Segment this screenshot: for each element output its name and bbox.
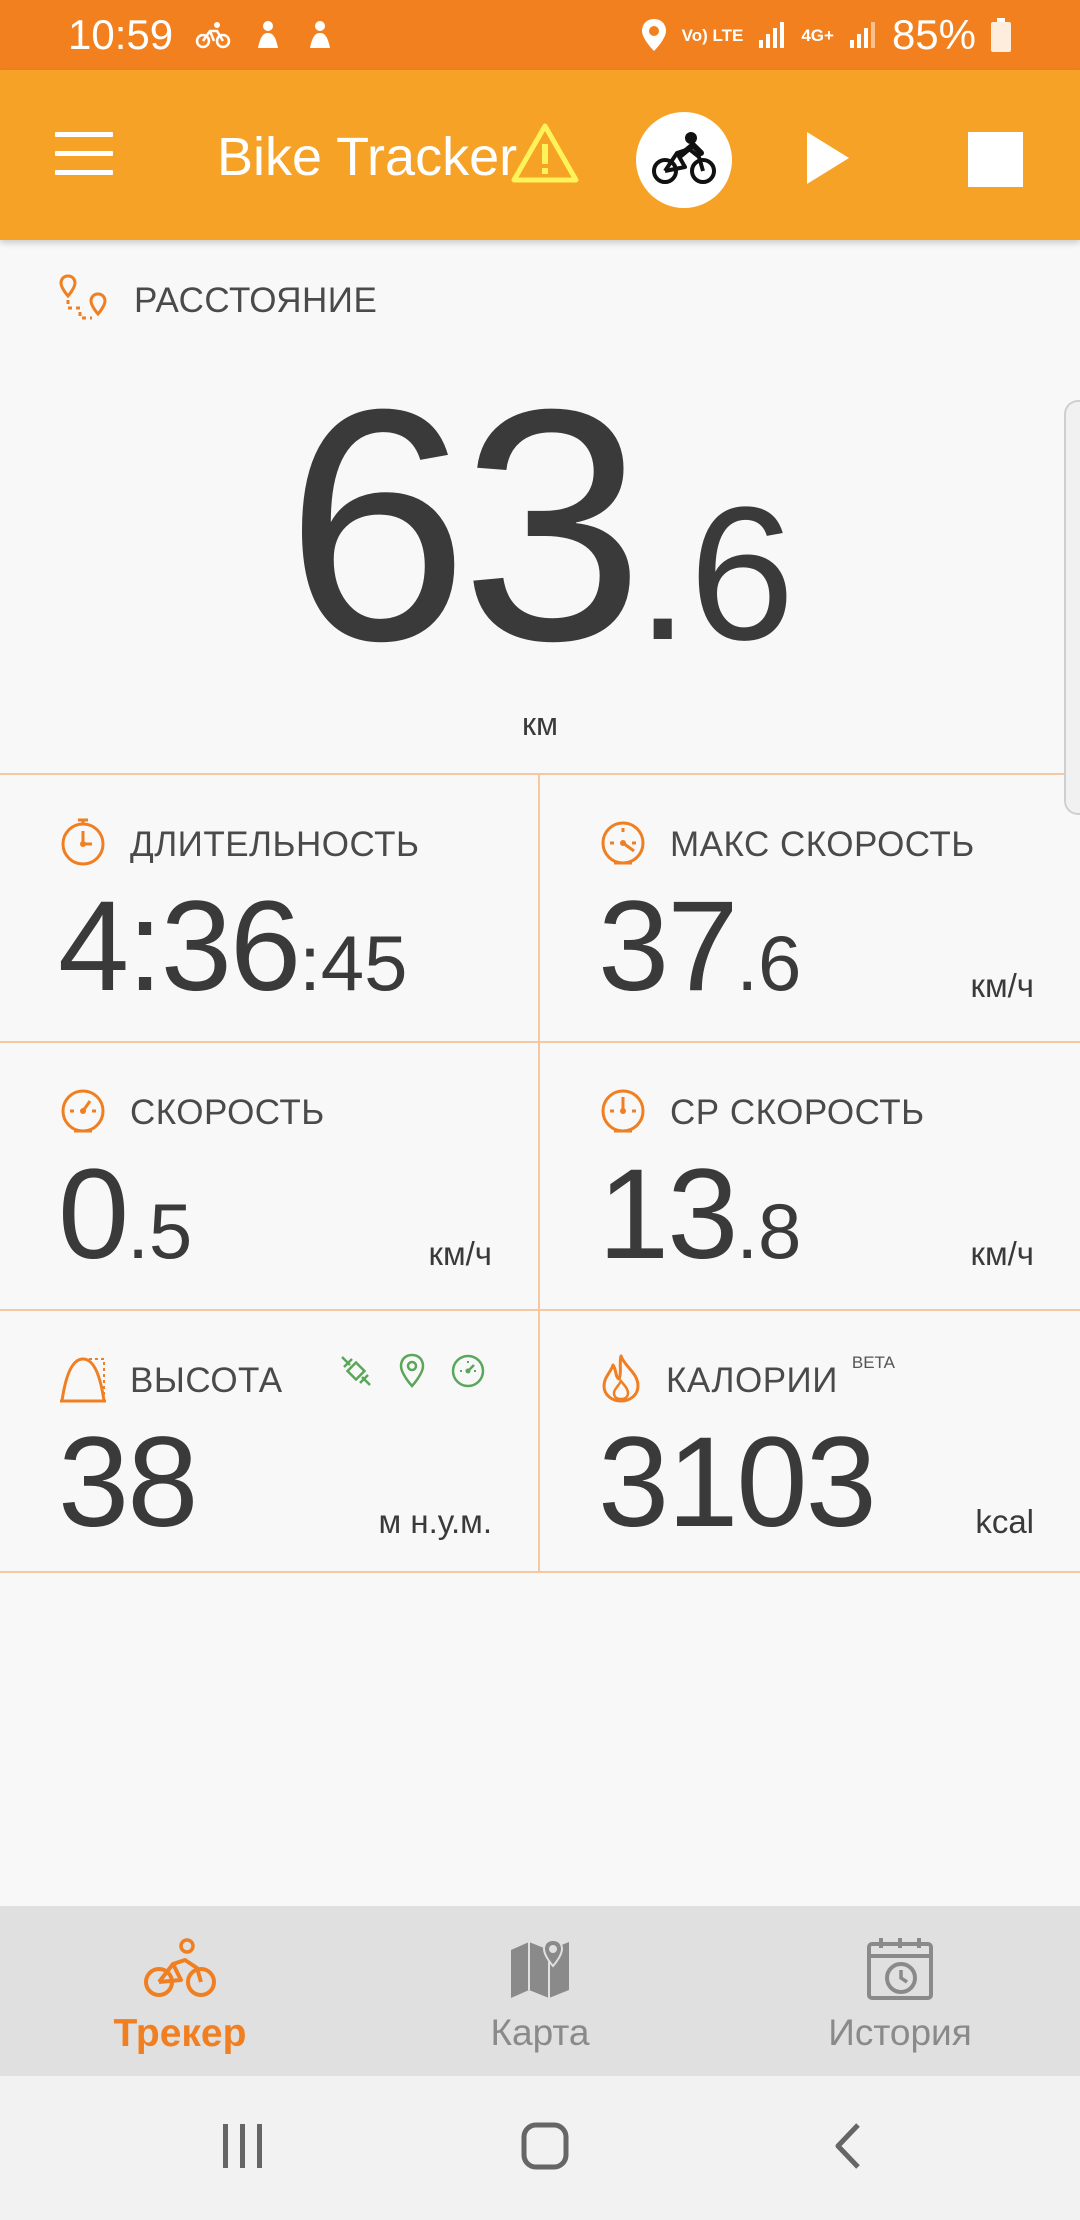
speed-cell: СКОРОСТЬ 0.5 км/ч (0, 1043, 540, 1311)
distance-value-int: 63 (285, 340, 644, 709)
edge-panel-handle[interactable] (1064, 400, 1080, 815)
back-button[interactable] (832, 2121, 864, 2176)
stopwatch-icon (58, 817, 108, 872)
max-speed-value: 37.6 (598, 883, 801, 1011)
altitude-source-icons (338, 1353, 486, 1394)
distance-panel: РАССТОЯНИЕ 63.6 км (0, 240, 1080, 775)
duration-cell: ДЛИТЕЛЬНОСТЬ 4:36:45 (0, 775, 540, 1043)
max-speed-cell: МАКС СКОРОСТЬ 37.6 км/ч (540, 775, 1080, 1043)
signal-icon (757, 20, 787, 50)
avg-speed-value: 13.8 (598, 1151, 801, 1279)
altitude-label: ВЫСОТА (130, 1360, 283, 1400)
route-icon (58, 272, 110, 329)
distance-value-dec: .6 (636, 468, 795, 680)
nav-history-label: История (828, 2012, 972, 2053)
person-notification-icon (253, 20, 283, 50)
max-speed-value-int: 37 (598, 875, 738, 1018)
satellite-icon[interactable] (338, 1353, 374, 1394)
speed-label: СКОРОСТЬ (130, 1092, 325, 1132)
menu-button[interactable] (55, 132, 113, 176)
calendar-history-icon (865, 1934, 935, 2004)
person-notification-icon-2 (305, 20, 335, 50)
battery-percent: 85% (891, 11, 976, 58)
nav-map-label: Карта (490, 2012, 590, 2053)
map-icon (507, 1934, 573, 2004)
duration-value-dec: :45 (299, 919, 408, 1007)
speedometer-icon (58, 1085, 108, 1140)
calories-cell: КАЛОРИИ BETA 3103 kcal (540, 1311, 1080, 1573)
calories-value: 3103 (598, 1419, 877, 1547)
app-bar: Bike Tracker (0, 70, 1080, 240)
hamburger-menu-icon (55, 132, 113, 137)
avg-speed-unit: км/ч (970, 1235, 1035, 1272)
avg-speed-label: СР СКОРОСТЬ (670, 1092, 925, 1132)
battery-icon (990, 17, 1012, 53)
beta-badge: BETA (851, 1352, 895, 1372)
avg-speed-value-int: 13 (598, 1143, 738, 1286)
duration-label: ДЛИТЕЛЬНОСТЬ (130, 824, 420, 864)
cyclist-icon (651, 131, 717, 190)
app-title: Bike Tracker (217, 127, 518, 187)
bike-notification-icon (195, 21, 231, 49)
altitude-icon (58, 1353, 108, 1408)
gps-pin-icon[interactable] (394, 1353, 430, 1394)
speed-value: 0.5 (58, 1151, 192, 1279)
duration-value: 4:36:45 (58, 883, 408, 1011)
max-speed-unit: км/ч (970, 967, 1035, 1004)
cyclist-icon (143, 1934, 217, 2004)
altitude-value-int: 38 (58, 1411, 198, 1554)
warning-icon[interactable] (510, 122, 580, 189)
max-speed-value-dec: .6 (736, 919, 802, 1007)
activity-type-button[interactable] (636, 112, 732, 208)
speed-value-dec: .5 (127, 1187, 193, 1275)
distance-value: 63.6 (0, 360, 1080, 690)
system-navigation-bar (0, 2076, 1080, 2220)
home-button[interactable] (520, 2121, 570, 2176)
speed-unit: км/ч (428, 1235, 493, 1272)
volte-icon: Vo) LTE (681, 25, 744, 45)
altitude-unit: м н.у.м. (378, 1503, 492, 1540)
status-time: 10:59 (68, 11, 174, 58)
altitude-value: 38 (58, 1419, 198, 1547)
bottom-navigation: Трекер Карта История (0, 1906, 1080, 2076)
4g-icon: 4G+ (801, 25, 834, 45)
distance-unit: км (522, 706, 558, 742)
nav-map[interactable]: Карта (360, 1906, 720, 2076)
nav-tracker-label: Трекер (113, 2012, 247, 2055)
stop-button[interactable] (968, 132, 1023, 187)
calories-label: КАЛОРИИ (666, 1360, 838, 1400)
duration-value-int: 4:36 (58, 875, 301, 1018)
calories-unit: kcal (975, 1503, 1034, 1540)
signal-icon-2 (848, 20, 878, 50)
speedometer-avg-icon (598, 1085, 648, 1140)
altitude-cell: ВЫСОТА 38 м н.у.м. (0, 1311, 540, 1573)
speed-value-int: 0 (58, 1143, 129, 1286)
calories-value-int: 3103 (598, 1411, 877, 1554)
avg-speed-value-dec: .8 (736, 1187, 802, 1275)
max-speed-label: МАКС СКОРОСТЬ (670, 824, 975, 864)
recent-apps-button[interactable] (220, 2121, 266, 2176)
avg-speed-cell: СР СКОРОСТЬ 13.8 км/ч (540, 1043, 1080, 1311)
play-button[interactable] (803, 130, 853, 191)
nav-history[interactable]: История (720, 1906, 1080, 2076)
status-bar: 10:59 Vo) LTE 4G+ 85% (0, 0, 1080, 70)
location-icon (640, 17, 668, 53)
flame-icon (598, 1353, 644, 1408)
distance-label: РАССТОЯНИЕ (134, 280, 378, 320)
barometer-icon[interactable] (450, 1353, 486, 1394)
speedometer-max-icon (598, 817, 648, 872)
nav-tracker[interactable]: Трекер (0, 1906, 360, 2076)
